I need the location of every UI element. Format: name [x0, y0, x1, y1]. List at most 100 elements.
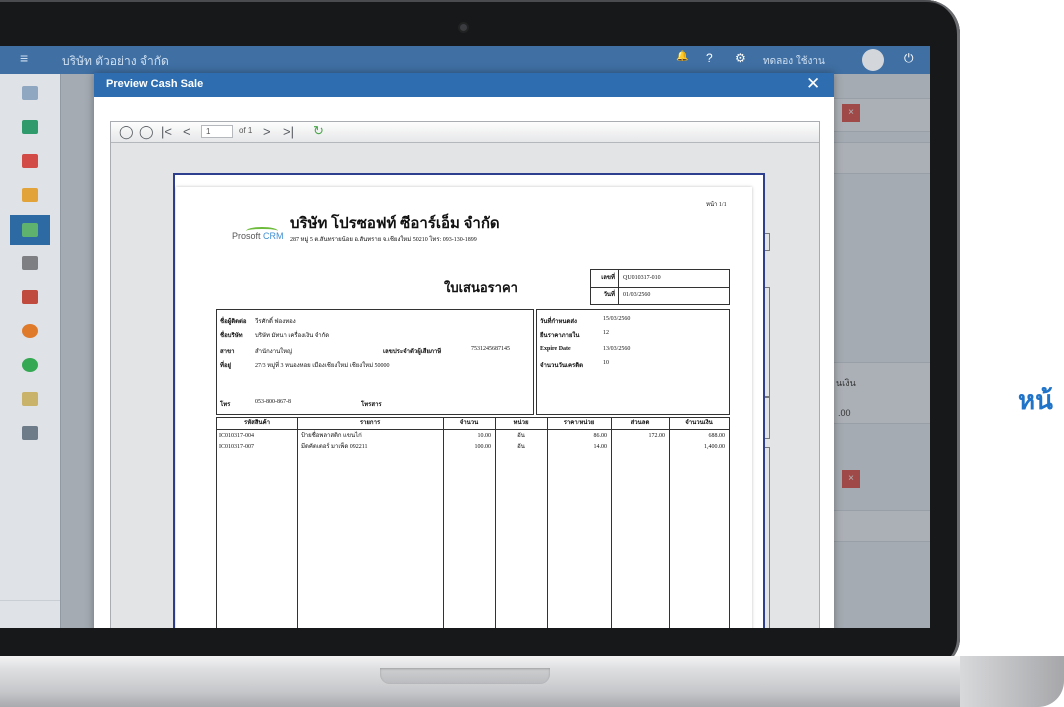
fax-label: โทรสาร [361, 402, 382, 408]
modal-header: Preview Cash Sale ✕ [94, 73, 834, 97]
credit-days-label: จำนวนวันเครดิต [540, 363, 584, 369]
page-edge-mark [765, 233, 770, 251]
due-date-label: วันที่กำหนดส่ง [540, 319, 577, 325]
phone-label: โทร [220, 402, 231, 408]
terms-box: วันที่กำหนดส่ง 15/03/2560 ยืนราคาภายใน 1… [536, 309, 730, 415]
address-value: 27/3 หมู่ที่ 3 หนองหอย เมืองเชียงใหม่ เช… [255, 363, 390, 369]
tax-id-value: 7531245687145 [471, 346, 510, 352]
col-header-discount: ส่วนลด [630, 420, 650, 426]
settings-icon[interactable]: ⚙ [735, 51, 746, 65]
modal-title: Preview Cash Sale [106, 78, 204, 90]
first-page-button[interactable]: |< [161, 123, 172, 141]
col-header-code: รหัสสินค้า [244, 420, 270, 426]
laptop-notch [380, 668, 550, 684]
branch-value: สำนักงานใหญ่ [255, 349, 293, 355]
check-icon[interactable] [22, 358, 38, 372]
help-icon[interactable]: ? [706, 51, 713, 65]
date-row: วันที่ 01/03/2560 [591, 287, 729, 304]
cell-unit-price: 14.00 [593, 444, 608, 450]
column-divider [297, 418, 298, 628]
report-icon[interactable] [22, 392, 38, 406]
user-name[interactable]: ทดลอง ใช้งาน [763, 54, 825, 69]
col-header-unit: หน่วย [513, 420, 529, 426]
sync-icon[interactable] [22, 324, 38, 338]
document-title: ใบเสนอราคา [444, 280, 518, 295]
cell-unit-price: 86.00 [593, 433, 608, 439]
company-label: ชื่อบริษัท [220, 333, 243, 339]
viewer-toolbar: ◯ ◯ |< < 1 of 1 > >| ↻ [111, 122, 819, 143]
col-header-description: รายการ [359, 420, 381, 426]
next-page-button[interactable]: > [263, 123, 271, 141]
cart-icon[interactable] [22, 154, 38, 168]
first-circle-button[interactable]: ◯ [119, 123, 134, 141]
credit-days-value: 10 [603, 360, 609, 366]
document-company-name: บริษัท โปรซอฟท์ ซีอาร์เอ็ม จำกัด [290, 216, 500, 232]
document-icon[interactable] [22, 223, 38, 237]
bank-icon[interactable] [22, 256, 38, 270]
due-date-value: 15/03/2560 [603, 316, 631, 322]
address-label: ที่อยู่ [220, 363, 232, 369]
customer-info-box: ชื่อผู้ติดต่อ วีรศักดิ์ ฟ่องทอง ชื่อบริษ… [216, 309, 534, 415]
cell-code: IC010317-004 [219, 433, 254, 439]
contact-value: วีรศักดิ์ ฟ่องทอง [255, 319, 296, 325]
refresh-icon[interactable]: ↻ [313, 123, 324, 139]
page-indicator: หน้า 1/1 [706, 202, 727, 208]
logo-text: Prosoft [232, 231, 261, 241]
side-heading: หน้ [1018, 386, 1053, 416]
cell-description: มีดคัตเตอร์ มาเพ็ด 092211 [301, 444, 368, 450]
background-cell-value: .00 [838, 408, 851, 418]
cell-quantity: 10.00 [477, 433, 492, 439]
app-topbar: ≡ บริษัท ตัวอย่าง จำกัด 🔔 ? ⚙ ทดลอง ใช้ง… [0, 46, 930, 74]
laptop-base-side [960, 656, 1064, 707]
page-edge-mark [765, 447, 770, 628]
cell-code: IC010317-007 [219, 444, 254, 450]
menu-icon[interactable]: ≡ [20, 50, 28, 66]
phone-value: 053-800-867-8 [255, 399, 291, 405]
col-header-amount: จำนวนเงิน [685, 420, 713, 426]
box-icon[interactable] [22, 188, 38, 202]
column-divider [611, 418, 612, 628]
tax-id-label: เลขประจำตัวผู้เสียภาษี [383, 349, 442, 355]
avatar[interactable] [862, 49, 884, 71]
sidebar: ★ [0, 74, 61, 628]
cell-amount: 1,400.00 [704, 444, 725, 450]
preview-modal: Preview Cash Sale ✕ ◯ ◯ |< < 1 of 1 > >|… [94, 73, 834, 628]
briefcase-icon[interactable] [22, 290, 38, 304]
prev-circle-button[interactable]: ◯ [139, 123, 154, 141]
background-column-header: นเงิน [836, 378, 856, 388]
page-edge-mark [765, 287, 770, 397]
company-value: บริษัท มัทนา เครื่องเงิน จำกัด [255, 333, 330, 339]
expire-date-label: Expire Date [540, 346, 571, 352]
power-icon[interactable]: ⏻ [904, 51, 914, 66]
viewer-body: หน้า 1/1 บริษัท โปรซอฟท์ ซีอาร์เอ็ม จำกั… [111, 143, 819, 628]
number-value: QU010317-010 [623, 275, 661, 281]
last-page-button[interactable]: >| [283, 123, 294, 141]
prev-page-button[interactable]: < [183, 123, 191, 141]
col-header-quantity: จำนวน [459, 420, 479, 426]
cell-unit: อัน [517, 444, 525, 450]
price-valid-value: 12 [603, 330, 609, 336]
branch-label: สาขา [220, 349, 235, 355]
page-number-input[interactable]: 1 [201, 125, 233, 138]
date-label: วันที่ [591, 287, 619, 304]
page-count-label: of 1 [239, 126, 253, 135]
screen: ≡ บริษัท ตัวอย่าง จำกัด 🔔 ? ⚙ ทดลอง ใช้ง… [0, 46, 930, 628]
dashboard-icon[interactable] [22, 86, 38, 100]
close-icon[interactable]: ✕ [806, 74, 820, 94]
tools-icon[interactable] [22, 426, 38, 440]
company-logo: Prosoft CRM [232, 231, 284, 241]
cell-description: ป้ายชื่อพลาสติก แขนไก่ [301, 433, 362, 439]
number-row: เลขที่ QU010317-010 [591, 270, 729, 288]
col-header-unit-price: ราคา/หน่วย [563, 420, 595, 426]
cell-quantity: 100.00 [474, 444, 492, 450]
company-address: 287 หมู่ 5 ต.สันทรายน้อย อ.สันทราย จ.เชี… [290, 237, 477, 243]
table-header-row: รหัสสินค้า รายการ จำนวน หน่วย ราคา/หน่วย… [217, 418, 729, 430]
bell-icon[interactable]: 🔔 [676, 51, 688, 62]
webcam [460, 24, 467, 31]
date-value: 01/03/2560 [623, 292, 651, 298]
cell-discount: 172.00 [648, 433, 666, 439]
page-edge-mark [765, 397, 770, 439]
money-icon[interactable] [22, 120, 38, 134]
logo-crm: CRM [263, 231, 284, 241]
cell-unit: อัน [517, 433, 525, 439]
